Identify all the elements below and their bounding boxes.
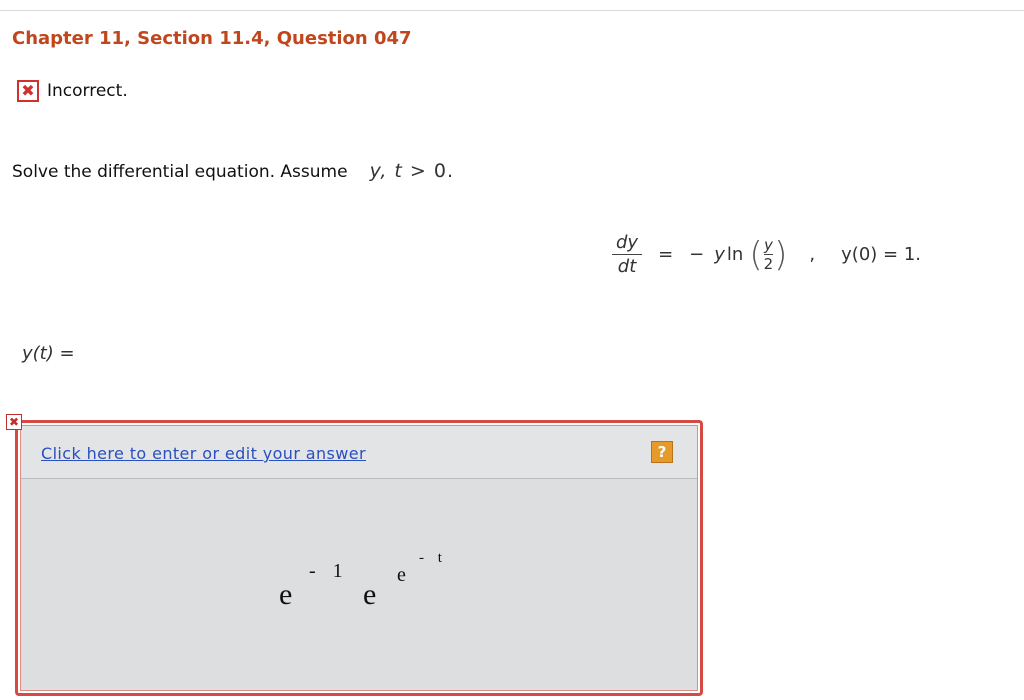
right-paren: ) bbox=[774, 234, 788, 275]
fraction-bar bbox=[612, 254, 643, 255]
derivative-denominator: dt bbox=[617, 256, 637, 277]
initial-condition: y(0) = 1. bbox=[841, 244, 922, 265]
y-variable: y bbox=[714, 244, 725, 265]
answer-toolbar: Click here to enter or edit your answer … bbox=[21, 426, 697, 479]
argument-numerator: y bbox=[763, 236, 773, 254]
answer-equals: = bbox=[53, 343, 75, 364]
answer-box[interactable]: Click here to enter or edit your answer … bbox=[15, 420, 703, 696]
status-row: ✖ Incorrect. bbox=[17, 80, 128, 102]
answer-inner-exponent: - t bbox=[419, 550, 447, 566]
log-argument: ( y 2 ) bbox=[749, 236, 787, 273]
top-divider bbox=[0, 10, 1024, 11]
answer-base-1: e bbox=[279, 578, 293, 611]
answer-function: y(t) bbox=[22, 343, 54, 364]
assumption-inequality: > 0 bbox=[402, 160, 447, 182]
answer-inner-base: e bbox=[397, 564, 406, 586]
assumption-vars: y, t bbox=[369, 160, 403, 182]
derivative-numerator: dy bbox=[616, 232, 639, 253]
help-icon[interactable]: ? bbox=[651, 441, 673, 463]
submitted-answer-expression: e - 1 e e - t bbox=[279, 550, 499, 616]
incorrect-flag-icon: ✖ bbox=[6, 414, 22, 430]
equals-sign: = bbox=[658, 244, 674, 265]
argument-fraction: y 2 bbox=[763, 236, 774, 273]
answer-panel: Click here to enter or edit your answer … bbox=[20, 425, 698, 691]
question-prompt-row: Solve the differential equation. Assume … bbox=[12, 160, 454, 182]
status-label: Incorrect. bbox=[47, 81, 128, 101]
differential-equation: dy dt = − y ln ( y 2 ) , y(0) = 1. bbox=[612, 232, 921, 277]
minus-sign: − bbox=[689, 244, 705, 265]
answer-label: y(t) = bbox=[22, 343, 75, 364]
left-paren: ( bbox=[749, 234, 763, 275]
question-heading: Chapter 11, Section 11.4, Question 047 bbox=[12, 28, 412, 49]
equation-comma: , bbox=[809, 244, 816, 265]
assumption-period: . bbox=[446, 160, 455, 182]
derivative-fraction: dy dt bbox=[612, 232, 643, 277]
question-prompt: Solve the differential equation. Assume bbox=[12, 162, 348, 182]
assumption-math: y, t > 0. bbox=[370, 160, 454, 182]
answer-exponent-1: - 1 bbox=[309, 560, 349, 582]
edit-answer-link[interactable]: Click here to enter or edit your answer bbox=[41, 444, 366, 463]
argument-denominator: 2 bbox=[763, 255, 774, 273]
ln-function: ln bbox=[726, 244, 744, 265]
x-mark-icon: ✖ bbox=[17, 80, 39, 102]
answer-base-2: e bbox=[363, 578, 377, 611]
